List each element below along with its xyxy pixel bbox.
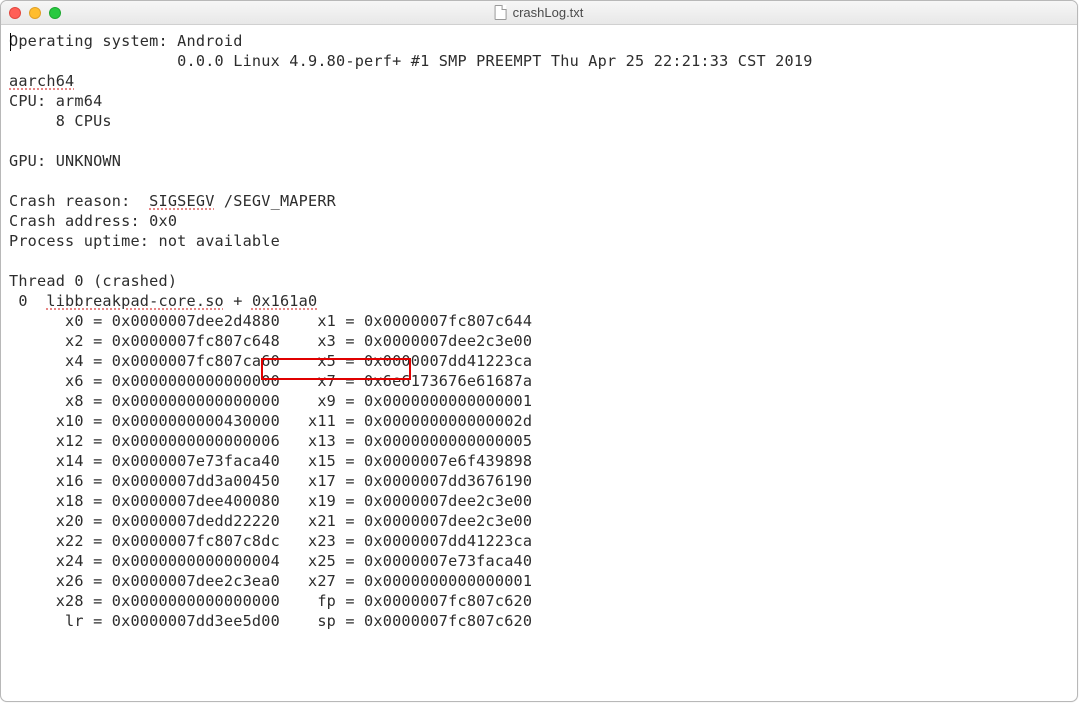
- text-caret: [10, 33, 11, 51]
- title-text: crashLog.txt: [513, 5, 584, 20]
- titlebar[interactable]: crashLog.txt: [1, 1, 1077, 25]
- close-icon[interactable]: [9, 7, 21, 19]
- traffic-lights: [9, 7, 61, 19]
- content-area[interactable]: Operating system: Android 0.0.0 Linux 4.…: [1, 25, 1077, 701]
- minimize-icon[interactable]: [29, 7, 41, 19]
- zoom-icon[interactable]: [49, 7, 61, 19]
- app-window: crashLog.txt Operating system: Android 0…: [0, 0, 1078, 702]
- document-icon: [495, 5, 507, 20]
- window-title: crashLog.txt: [495, 5, 584, 20]
- crash-log-text[interactable]: Operating system: Android 0.0.0 Linux 4.…: [9, 31, 1069, 631]
